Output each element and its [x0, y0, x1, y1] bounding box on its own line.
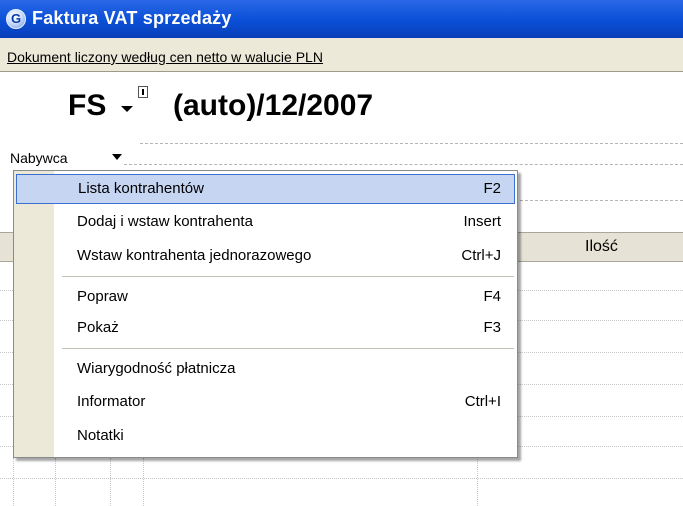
- grid-column-divider: [143, 458, 144, 506]
- menu-item-label: Pokaż: [77, 319, 119, 336]
- menu-item-lista-kontrahentow[interactable]: Lista kontrahentów F2: [16, 174, 515, 204]
- app-logo-icon: [6, 9, 26, 29]
- menu-item-shortcut: Ctrl+I: [464, 393, 501, 410]
- info-bar: Dokument liczony według cen netto w walu…: [0, 38, 683, 72]
- nabywca-field-line-2: [520, 200, 683, 201]
- menu-item-informator[interactable]: Informator Ctrl+I: [16, 387, 515, 417]
- menu-item-label: Notatki: [77, 427, 124, 444]
- nabywca-label[interactable]: Nabywca: [10, 150, 68, 166]
- menu-item-shortcut: F4: [483, 288, 501, 305]
- menu-item-wstaw-jednorazowego[interactable]: Wstaw kontrahenta jednorazowego Ctrl+J: [16, 241, 515, 271]
- menu-item-label: Lista kontrahentów: [78, 180, 204, 197]
- menu-item-label: Dodaj i wstaw kontrahenta: [77, 213, 253, 230]
- document-number: (auto)/12/2007: [173, 89, 374, 122]
- menu-item-shortcut: Ctrl+J: [461, 247, 501, 264]
- series-dropdown-icon[interactable]: [121, 106, 133, 112]
- nabywca-dropdown-icon[interactable]: [112, 154, 122, 160]
- grid-column-divider: [13, 458, 14, 506]
- grid-row-line: [0, 478, 683, 479]
- nabywca-field-line: [124, 164, 683, 165]
- nabywca-context-menu: Lista kontrahentów F2 Dodaj i wstaw kont…: [13, 170, 518, 458]
- menu-separator: [62, 348, 514, 349]
- document-series[interactable]: FS: [68, 89, 106, 123]
- flag-icon: [138, 86, 148, 98]
- menu-item-wiarygodnosc[interactable]: Wiarygodność płatnicza: [16, 354, 515, 384]
- menu-item-label: Popraw: [77, 288, 128, 305]
- menu-item-label: Informator: [77, 393, 146, 410]
- divider: [140, 143, 683, 144]
- menu-item-shortcut: Insert: [463, 213, 501, 230]
- grid-column-divider: [55, 458, 56, 506]
- menu-item-pokaz[interactable]: Pokaż F3: [16, 313, 515, 343]
- menu-item-shortcut: F2: [483, 180, 501, 197]
- window-title: Faktura VAT sprzedaży: [32, 8, 232, 28]
- menu-item-shortcut: F3: [483, 319, 501, 336]
- grid-column-divider: [110, 458, 111, 506]
- menu-item-label: Wiarygodność płatnicza: [77, 360, 236, 377]
- menu-item-label: Wstaw kontrahenta jednorazowego: [77, 247, 312, 264]
- menu-separator: [62, 276, 514, 277]
- title-bar[interactable]: Faktura VAT sprzedaży: [0, 0, 683, 38]
- menu-item-dodaj-kontrahenta[interactable]: Dodaj i wstaw kontrahenta Insert: [16, 207, 515, 237]
- menu-item-notatki[interactable]: Notatki: [16, 421, 515, 451]
- column-header-ilosc[interactable]: Ilość: [585, 238, 618, 256]
- menu-item-popraw[interactable]: Popraw F4: [16, 282, 515, 312]
- currency-info-link[interactable]: Dokument liczony według cen netto w walu…: [7, 49, 323, 65]
